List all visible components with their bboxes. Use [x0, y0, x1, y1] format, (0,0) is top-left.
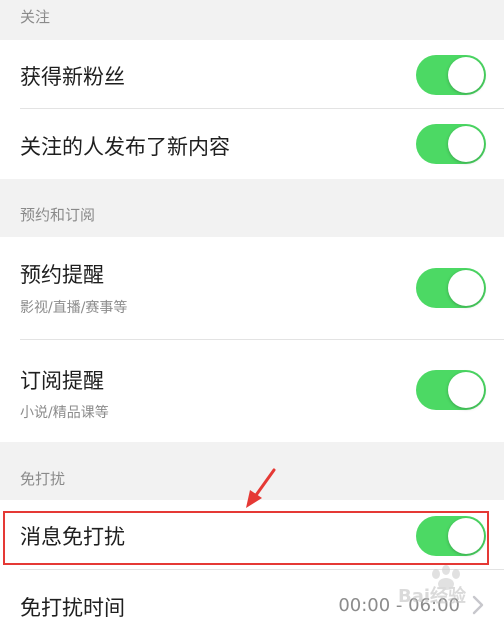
- new-followers-toggle[interactable]: [416, 55, 486, 95]
- toggle-knob: [448, 270, 484, 306]
- toggle-knob: [448, 57, 484, 93]
- row-subscription-reminder-subtitle: 小说/精品课等: [20, 405, 109, 421]
- row-subscription-reminder-title: 订阅提醒: [20, 369, 104, 393]
- row-new-followers[interactable]: 获得新粉丝: [0, 40, 504, 109]
- toggle-knob: [448, 518, 484, 554]
- row-message-dnd[interactable]: 消息免打扰: [0, 500, 504, 570]
- reservation-reminder-toggle[interactable]: [416, 268, 486, 308]
- row-message-dnd-title: 消息免打扰: [20, 525, 125, 549]
- row-dnd-time-title: 免打扰时间: [20, 596, 125, 620]
- row-followed-new-content-title: 关注的人发布了新内容: [20, 135, 230, 159]
- section-header-reservation: 预约和订阅: [0, 179, 504, 237]
- section-header-dnd-label: 免打扰: [20, 470, 66, 488]
- section-header-follow-label: 关注: [20, 8, 51, 26]
- toggle-knob: [448, 372, 484, 408]
- row-reservation-reminder[interactable]: 预约提醒 影视/直播/赛事等: [0, 237, 504, 340]
- row-reservation-reminder-title: 预约提醒: [20, 263, 104, 287]
- section-header-dnd: 免打扰: [0, 442, 504, 500]
- row-reservation-reminder-subtitle: 影视/直播/赛事等: [20, 300, 128, 316]
- subscription-reminder-toggle[interactable]: [416, 370, 486, 410]
- section-header-reservation-label: 预约和订阅: [20, 206, 96, 224]
- row-new-followers-title: 获得新粉丝: [20, 65, 125, 89]
- chevron-right-icon: [472, 595, 484, 615]
- message-dnd-toggle[interactable]: [416, 516, 486, 556]
- toggle-knob: [448, 126, 484, 162]
- row-subscription-reminder[interactable]: 订阅提醒 小说/精品课等: [0, 340, 504, 442]
- dnd-time-value: 00:00 - 06:00: [338, 595, 460, 616]
- followed-new-content-toggle[interactable]: [416, 124, 486, 164]
- section-header-follow: 关注: [0, 0, 504, 40]
- row-dnd-time[interactable]: 免打扰时间 00:00 - 06:00: [0, 570, 504, 622]
- row-followed-new-content[interactable]: 关注的人发布了新内容: [0, 109, 504, 179]
